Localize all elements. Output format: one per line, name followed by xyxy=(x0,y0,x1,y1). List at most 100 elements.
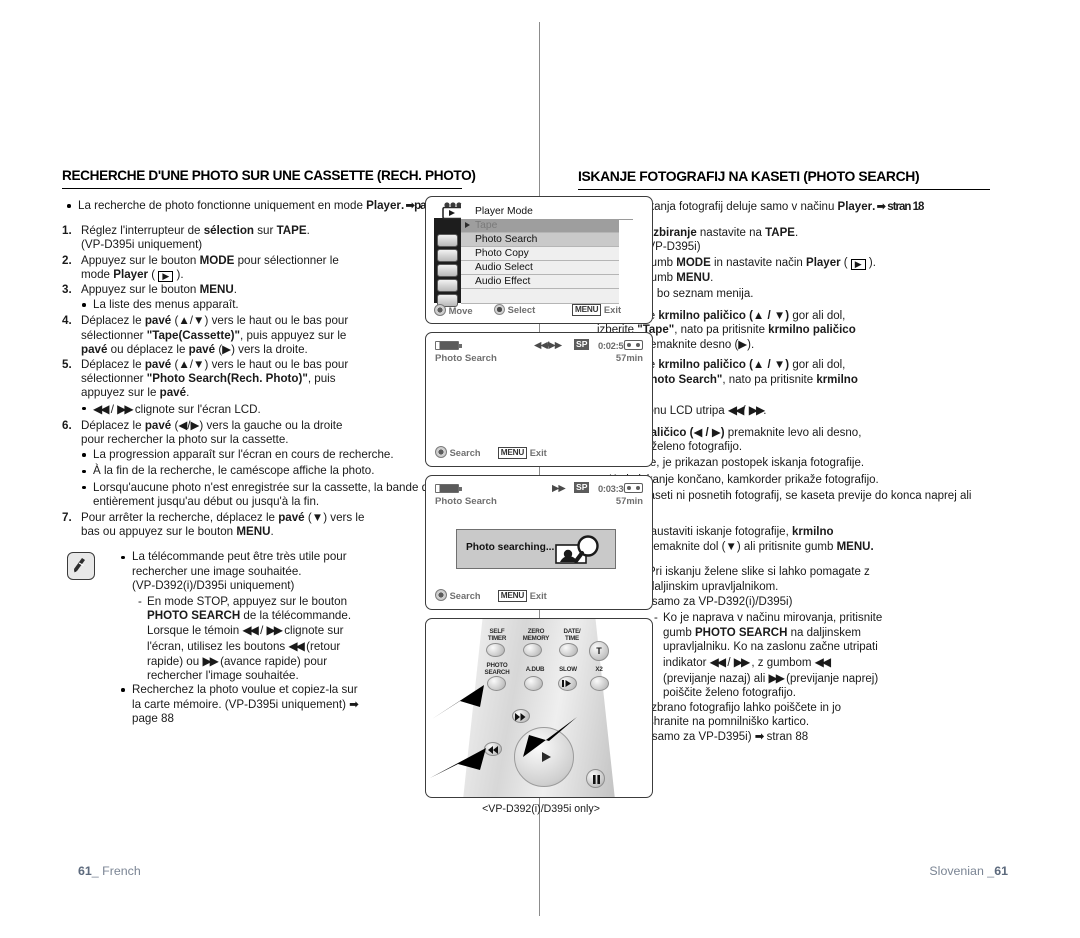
menu-item-empty xyxy=(461,289,619,304)
footer-left: 61_ French xyxy=(78,864,141,878)
figure-column: Player Mode Tape Photo Search Photo Copy… xyxy=(425,196,657,815)
note-icon xyxy=(67,552,95,581)
right-intro-tail: . ➡ stran 18 xyxy=(872,201,924,213)
left-step-4-number: 4. xyxy=(62,314,72,328)
dpad-icon xyxy=(435,446,447,458)
rewind-icon: ◀◀ xyxy=(814,655,832,670)
photo-search-magnifier-icon xyxy=(555,535,599,564)
photo-searching-dialog: Photo searching... xyxy=(456,529,616,569)
page-footer: 61_ French Slovenian _61 xyxy=(0,864,1080,884)
left-step-4-text: Déplacez le pavé (▲/▼) vers le haut ou l… xyxy=(81,314,349,356)
left-step-4: 4. Déplacez le pavé (▲/▼) vers le haut o… xyxy=(62,314,462,357)
left-column: RECHERCHE D'UNE PHOTO SUR UNE CASSETTE (… xyxy=(62,168,476,728)
left-step-6: 6. Déplacez le pavé (◀/▶) vers la gauche… xyxy=(62,419,462,447)
footer-right: Slovenian _61 xyxy=(929,864,1008,878)
menu-move-hint: Move xyxy=(434,304,473,316)
right-note-3: Izbrano fotografijo lahko poiščete in jo… xyxy=(632,701,990,745)
menu-sidebar xyxy=(434,218,461,307)
dpad-icon xyxy=(434,304,446,316)
remote-control-diagram: SELF TIMER ZERO MEMORY DATE/ TIME T PHOT… xyxy=(425,618,653,798)
left-step-5: 5. Déplacez le pavé (▲/▼) vers le haut o… xyxy=(62,358,462,401)
menu-item-audio-effect[interactable]: Audio Effect xyxy=(461,275,619,289)
osd-mode-title: Photo Search xyxy=(435,353,497,364)
menu-exit-label: Exit xyxy=(603,304,622,315)
right-note-2: Ko je naprava v načinu mirovanja, pritis… xyxy=(632,611,990,701)
a-dub-label: A.DUB xyxy=(525,666,545,673)
menu-footer: Move Select MENU Exit xyxy=(426,304,652,318)
menu-item-label: Audio Effect xyxy=(475,276,531,287)
menu-item-label: Audio Select xyxy=(475,262,533,273)
osd-search-label: Search xyxy=(449,591,481,601)
lcd-photo-search-screen: ◀◀/▶▶ SP 0:02:59:34 Photo Search 57min S… xyxy=(425,332,653,467)
left-note-box: La télécommande peut être très utile pou… xyxy=(62,550,462,725)
callout-arrow-fast-forward xyxy=(523,717,577,757)
menu-button-icon[interactable]: MENU xyxy=(497,590,528,602)
left-step-2-number: 2. xyxy=(62,253,72,267)
menu-button-icon[interactable]: MENU xyxy=(572,304,602,316)
menu-wrapper: Player Mode Tape Photo Search Photo Copy… xyxy=(434,202,644,307)
date-time-button[interactable] xyxy=(559,643,578,657)
menu-item-audio-select[interactable]: Audio Select xyxy=(461,261,619,275)
x2-button[interactable] xyxy=(590,676,609,691)
menu-exit-hint: MENU Exit xyxy=(572,304,621,316)
left-step-3-sub: La liste des menus apparaît. xyxy=(62,298,462,312)
left-step-2: 2. Appuyez sur le bouton MODE pour sélec… xyxy=(62,254,462,282)
play-icon: ▶ xyxy=(850,258,866,270)
sidebar-icon-audio-select[interactable] xyxy=(437,264,458,277)
fastforward-icon: ▶▶ xyxy=(733,655,751,670)
left-step-7-number: 7. xyxy=(62,511,72,525)
self-timer-button[interactable] xyxy=(486,643,505,657)
left-step-3: 3. Appuyez sur le bouton MENU. xyxy=(62,283,462,297)
fastforward-icon: ▶▶ xyxy=(202,653,219,668)
photo-search-button[interactable] xyxy=(487,676,506,691)
left-step-1-number: 1. xyxy=(62,224,72,238)
menu-rows: Tape Photo Search Photo Copy Audio Selec… xyxy=(461,219,619,304)
tape-icon xyxy=(624,340,643,350)
self-timer-label: SELF TIMER xyxy=(487,628,507,642)
left-note-2: En mode STOP, appuyez sur le boutonPHOTO… xyxy=(116,595,462,683)
footer-left-language: French xyxy=(102,864,141,878)
search-direction-indicator: ◀◀/▶▶ xyxy=(534,340,562,351)
left-step-5-text: Déplacez le pavé (▲/▼) vers le haut ou l… xyxy=(81,358,349,400)
left-step-5-sub: ◀◀ / ▶▶ clignote sur l'écran LCD. xyxy=(62,402,462,417)
a-dub-button[interactable] xyxy=(524,676,543,691)
osd-overlay: ◀◀/▶▶ SP 0:02:59:34 Photo Search 57min S… xyxy=(426,333,652,466)
pause-button[interactable] xyxy=(586,769,605,788)
footer-left-number: 61 xyxy=(78,864,92,878)
sidebar-icon-tape[interactable] xyxy=(437,234,458,247)
menu-title: Player Mode xyxy=(461,204,633,220)
rewind-icon: ◀◀ xyxy=(93,401,110,416)
menu-item-photo-search[interactable]: Photo Search xyxy=(461,233,619,247)
footer-right-number: 61 xyxy=(994,864,1008,878)
sidebar-icon-photo-copy[interactable] xyxy=(437,249,458,262)
photo-search-label: PHOTO SEARCH xyxy=(484,662,510,676)
zero-memory-button[interactable] xyxy=(523,643,542,657)
menu-item-tape[interactable]: Tape xyxy=(461,219,619,233)
menu-item-label: Photo Search xyxy=(475,234,538,245)
fastforward-icon: ▶▶ xyxy=(748,403,766,418)
pointer-icon xyxy=(465,222,470,229)
footer-right-language: Slovenian xyxy=(929,864,984,878)
left-step-6-sub-2: À la fin de la recherche, le caméscope a… xyxy=(62,464,462,478)
rewind-icon: ◀◀ xyxy=(288,638,305,653)
right-section-heading: ISKANJE FOTOGRAFIJ NA KASETI (PHOTO SEAR… xyxy=(578,168,990,190)
osd-mode-title: Photo Search xyxy=(435,496,497,507)
remaining-minutes: 57min xyxy=(615,495,643,506)
left-step-6-text: Déplacez le pavé (◀/▶) vers la gauche ou… xyxy=(81,418,343,447)
osd-overlay: ▶▶ SP 0:03:30:23 Photo Search 57min Phot… xyxy=(426,476,652,609)
left-note-1: La télécommande peut être très utile pou… xyxy=(116,550,462,593)
left-intro-bold: Player xyxy=(366,199,401,212)
rewind-icon: ◀◀ xyxy=(727,403,745,418)
osd-exit-label: Exit xyxy=(529,591,547,601)
select-dot-icon xyxy=(494,304,505,315)
slow-button[interactable] xyxy=(558,676,577,691)
right-intro-bold: Player xyxy=(837,201,873,213)
zero-memory-label: ZERO MEMORY xyxy=(522,628,550,642)
sidebar-icon-audio-effect[interactable] xyxy=(437,279,458,292)
arrow-icon: ➡ xyxy=(349,697,359,711)
left-body: La recherche de photo fonctionne uniquem… xyxy=(62,199,462,726)
tele-zoom-button[interactable]: T xyxy=(589,641,609,661)
left-note-3: Recherchez la photo voulue et copiez-la … xyxy=(116,683,462,726)
menu-item-photo-copy[interactable]: Photo Copy xyxy=(461,247,619,261)
menu-button-icon[interactable]: MENU xyxy=(497,447,528,459)
